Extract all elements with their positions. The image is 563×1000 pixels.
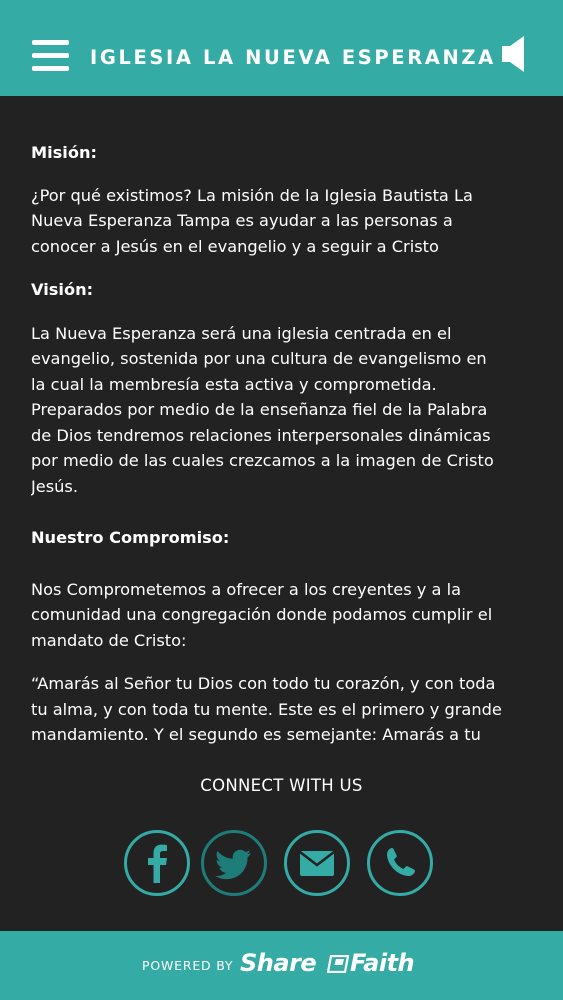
twitter-icon (215, 849, 251, 880)
mision-line: ¿Por qué existimos? La misión de la Igle… (31, 185, 473, 205)
sharefaith-logo-part1[interactable]: Share (240, 949, 317, 977)
about-content: Misión: ¿Por qué existimos? La misión de… (31, 140, 536, 752)
app-title: IGLESIA LA NUEVA ESPERANZA (90, 46, 496, 69)
mision-line: Nueva Esperanza Tampa es ayudar a las pe… (31, 211, 453, 230)
twitter-button[interactable] (201, 830, 267, 896)
sharefaith-logo-part2[interactable]: Faith (350, 949, 415, 977)
compromiso-line: mandato de Cristo: (31, 630, 187, 650)
phone-button[interactable] (367, 830, 433, 896)
vision-line: evangelio, sostenida por una cultura de … (31, 349, 487, 368)
speaker-icon[interactable] (500, 34, 526, 74)
vision-line: por medio de las cuales crezcamos a la i… (31, 451, 494, 470)
app-header: IGLESIA LA NUEVA ESPERANZA (0, 0, 563, 96)
email-icon (299, 851, 335, 876)
compromiso-line: comunidad una congregación donde podamos… (31, 605, 493, 624)
connect-label: CONNECT WITH US (200, 776, 363, 795)
hamburger-menu-icon[interactable] (32, 40, 69, 72)
vision-heading: Visión: (31, 280, 94, 299)
sharefaith-logo-icon (326, 954, 350, 974)
vision-line: La Nueva Esperanza será una iglesia cent… (31, 323, 452, 343)
vision-line: de Dios tendremos relaciones interperson… (31, 425, 491, 445)
quote-line: “Amarás al Señor tu Dios con todo tu cor… (31, 674, 496, 693)
facebook-button[interactable] (124, 830, 190, 896)
mision-line: conocer a Jesús en el evangelio y a segu… (31, 236, 439, 256)
facebook-icon (148, 844, 167, 883)
compromiso-heading: Nuestro Compromiso: (31, 528, 230, 547)
vision-line: Jesús. (31, 476, 79, 496)
vision-line: Preparados por medio de la enseñanza fie… (31, 400, 488, 419)
email-button[interactable] (284, 830, 350, 896)
phone-icon (387, 848, 415, 876)
quote-line: tu alma, y con toda tu mente. Este es el… (31, 699, 502, 719)
mision-heading: Misión: (31, 143, 97, 162)
footer: POWERED BY Share Faith (0, 931, 563, 1000)
quote-line: mandamiento. Y el segundo es semejante: … (31, 725, 481, 744)
compromiso-line: Nos Comprometemos a ofrecer a los creyen… (31, 579, 462, 599)
powered-by-label: POWERED BY (142, 958, 234, 973)
vision-line: la cual la membresía esta activa y compr… (31, 374, 437, 394)
